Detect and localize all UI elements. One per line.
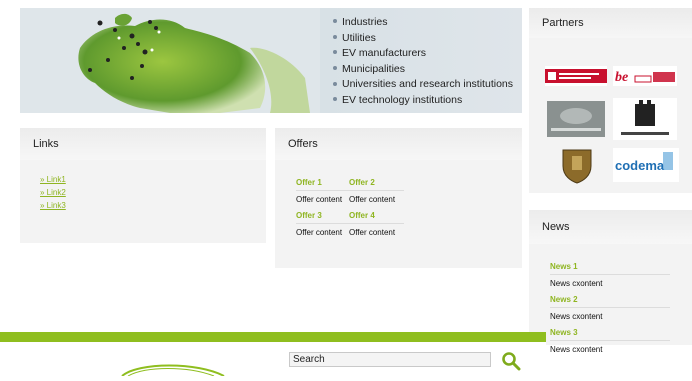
offers-panel: Offers Offer 1 Offer 2 Offer content Off… <box>275 128 522 268</box>
audience-item: EV technology institutions <box>331 93 513 109</box>
news-item-content: News cxontent <box>550 278 603 288</box>
offer-title[interactable]: Offer 3 <box>296 211 349 220</box>
audience-item: Industries <box>331 15 513 31</box>
offer-content-row: Offer content Offer content <box>296 191 436 207</box>
offer-title-row: Offer 1 Offer 2 <box>296 174 436 190</box>
footer-logo[interactable] <box>118 360 228 377</box>
audience-list: Industries Utilities EV manufacturers Mu… <box>331 15 513 109</box>
news-item-title[interactable]: News 2 <box>550 291 670 307</box>
offer-content: Offer content <box>349 194 396 204</box>
bornholm-logo[interactable] <box>547 101 605 137</box>
search-icon[interactable] <box>501 351 521 371</box>
audience-item: Universities and research institutions <box>331 77 513 93</box>
bullet-icon <box>333 66 337 70</box>
svg-text:be: be <box>615 70 628 85</box>
audience-label: Municipalities <box>342 62 406 75</box>
offers-title: Offers <box>275 128 522 160</box>
coat-of-arms-logo[interactable] <box>557 146 597 184</box>
audience-item: Utilities <box>331 31 513 47</box>
berlin-logo[interactable]: be <box>613 66 677 86</box>
europe-map-image <box>20 8 320 113</box>
audience-label: EV technology institutions <box>342 93 463 106</box>
offers-grid: Offer 1 Offer 2 Offer content Offer cont… <box>296 174 436 240</box>
bullet-icon <box>333 19 337 24</box>
link-2[interactable]: » Link2 <box>40 186 266 199</box>
partners-title: Partners <box>529 8 692 38</box>
offer-content-row: Offer content Offer content <box>296 224 436 240</box>
offer-content: Offer content <box>296 227 343 237</box>
audience-label: Utilities <box>342 31 376 44</box>
svg-text:codema: codema <box>615 158 665 173</box>
news-item-content: News cxontent <box>550 344 603 354</box>
links-panel: Links » Link1 » Link2 » Link3 <box>20 128 266 243</box>
copenhagen-logo[interactable] <box>613 98 677 140</box>
bullet-icon <box>333 34 337 39</box>
search-input[interactable]: Search <box>289 352 491 367</box>
hero-banner: Industries Utilities EV manufacturers Mu… <box>20 8 522 113</box>
news-panel: News News 1 News cxontent News 2 News cx… <box>529 210 692 354</box>
offer-title[interactable]: Offer 4 <box>349 211 402 220</box>
bullet-icon <box>333 50 337 55</box>
news-title: News <box>529 210 692 244</box>
offer-content: Offer content <box>296 194 343 204</box>
links-list: » Link1 » Link2 » Link3 <box>20 160 266 212</box>
codema-logo[interactable]: codema <box>613 148 679 182</box>
partners-panel: Partners be codema <box>529 8 692 193</box>
offer-title-row: Offer 3 Offer 4 <box>296 207 436 223</box>
news-item-content: News cxontent <box>550 311 603 321</box>
links-title: Links <box>20 128 266 160</box>
barcelona-logo[interactable] <box>545 66 607 86</box>
offer-content: Offer content <box>349 227 396 237</box>
audience-label: Universities and research institutions <box>342 78 513 91</box>
bullet-icon <box>333 97 337 102</box>
link-3[interactable]: » Link3 <box>40 199 266 212</box>
link-1[interactable]: » Link1 <box>40 173 266 186</box>
bullet-icon <box>333 81 337 86</box>
offer-title[interactable]: Offer 1 <box>296 178 349 187</box>
footer-accent-bar <box>0 332 546 342</box>
audience-item: EV manufacturers <box>331 46 513 62</box>
audience-label: Industries <box>342 16 388 28</box>
news-item-title[interactable]: News 1 <box>550 258 670 274</box>
offer-title[interactable]: Offer 2 <box>349 178 402 187</box>
news-item-title[interactable]: News 3 <box>550 324 670 340</box>
audience-item: Municipalities <box>331 62 513 78</box>
news-list: News 1 News cxontent News 2 News cxonten… <box>550 258 670 357</box>
audience-label: EV manufacturers <box>342 47 427 60</box>
